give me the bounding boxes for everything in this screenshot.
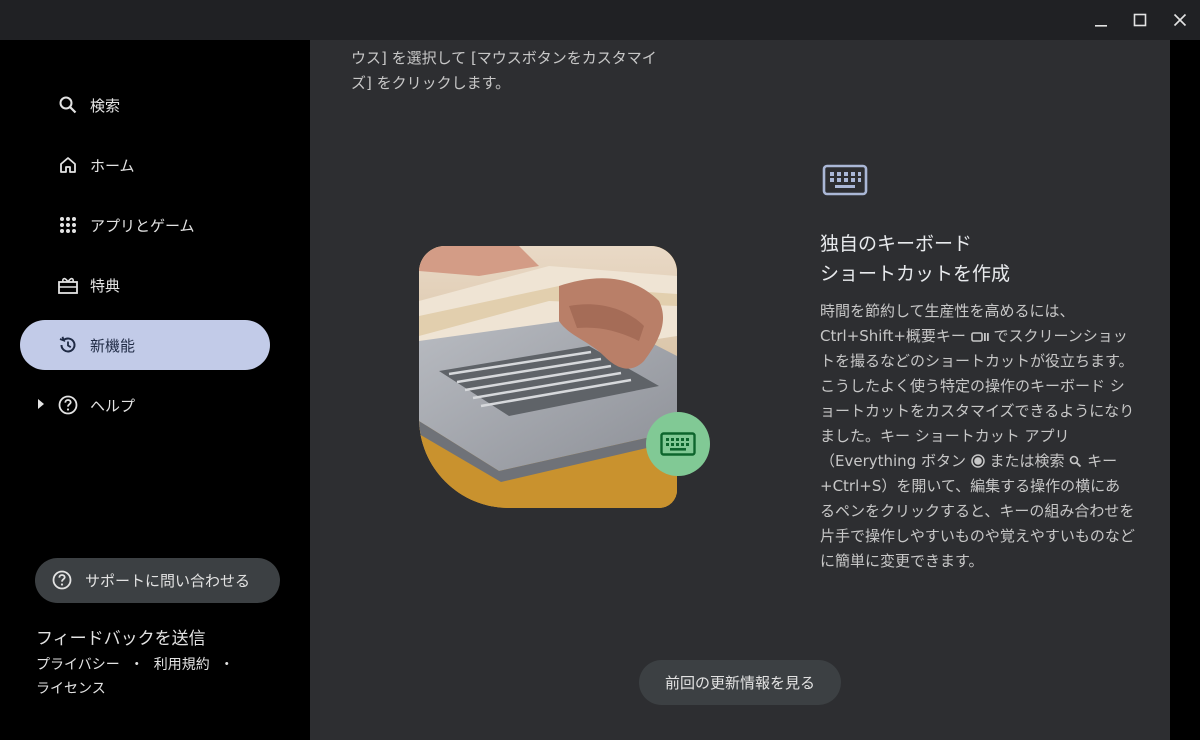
license-link[interactable]: ライセンス (36, 681, 106, 697)
sidebar-item-search[interactable]: 検索 (20, 80, 270, 130)
close-button[interactable] (1160, 0, 1200, 40)
sidebar-item-label: ホーム (90, 156, 135, 175)
overview-key-icon (970, 332, 989, 342)
view-previous-updates-button[interactable]: 前回の更新情報を見る (639, 660, 841, 705)
keyboard-icon (822, 164, 868, 196)
apps-grid-icon (56, 213, 80, 237)
sidebar-item-label: 新機能 (90, 336, 136, 355)
search-icon (1070, 455, 1082, 468)
feature-text: でスクリーンショットを撮るなどのショートカットが役立ちます。こうしたよく使う特定… (820, 327, 1135, 470)
hero-image (419, 246, 677, 508)
contact-support-label: サポートに問い合わせる (85, 572, 251, 590)
maximize-icon (1133, 13, 1147, 27)
legal-separator: ・ (219, 657, 234, 673)
sidebar-item-apps-games[interactable]: アプリとゲーム (20, 200, 270, 250)
send-feedback-link[interactable]: フィードバックを送信 (36, 624, 206, 649)
sidebar-item-whats-new[interactable]: 新機能 (20, 320, 270, 370)
minimize-icon (1095, 25, 1107, 27)
license-row: ライセンス (36, 678, 106, 698)
gift-icon (56, 273, 80, 297)
sidebar-item-label: ヘルプ (90, 396, 136, 415)
sidebar-item-label: アプリとゲーム (90, 216, 195, 235)
search-icon (56, 93, 80, 117)
window-edge (1170, 40, 1200, 740)
feature-title-line: ショートカットを作成 (820, 263, 1011, 285)
sidebar-item-home[interactable]: ホーム (20, 140, 270, 190)
feature-text: または検索 (989, 452, 1065, 470)
minimize-button[interactable] (1081, 0, 1121, 40)
sidebar-item-label: 検索 (90, 96, 121, 115)
legal-separator: ・ (129, 657, 144, 673)
feature-description: 時間を節約して生産性を高めるには、Ctrl+Shift+概要キー でスクリーンシ… (820, 299, 1135, 574)
keyboard-badge (646, 412, 710, 476)
title-bar (0, 0, 1200, 40)
previous-section-text: ウス] を選択して [マウスボタンをカスタマイズ] をクリックします。 (351, 49, 657, 92)
history-icon (56, 333, 80, 357)
close-icon (1173, 13, 1187, 27)
main-content: ウス] を選択して [マウスボタンをカスタマイズ] をクリックします。 独自のキ… (310, 40, 1170, 740)
sidebar-item-label: 特典 (90, 276, 121, 295)
maximize-button[interactable] (1120, 0, 1160, 40)
legal-links: プライバシー・利用規約・ (36, 654, 244, 674)
feature-title: 独自のキーボード ショートカットを作成 (820, 229, 1140, 289)
everything-button-icon (971, 454, 985, 468)
feature-title-line: 独自のキーボード (820, 233, 973, 255)
sidebar-item-help[interactable]: ヘルプ (20, 380, 270, 430)
sidebar-item-perks[interactable]: 特典 (20, 260, 270, 310)
expand-arrow-icon[interactable] (38, 399, 44, 409)
help-icon (51, 569, 75, 593)
home-icon (56, 153, 80, 177)
help-icon (56, 393, 80, 417)
sidebar: 検索 ホーム アプリとゲーム 特典 新機能 ヘルプ サポートに問い合わせる フィ… (0, 40, 310, 740)
terms-link[interactable]: 利用規約 (154, 657, 210, 673)
contact-support-button[interactable]: サポートに問い合わせる (35, 558, 280, 603)
privacy-link[interactable]: プライバシー (36, 657, 120, 673)
keyboard-icon (660, 432, 696, 456)
